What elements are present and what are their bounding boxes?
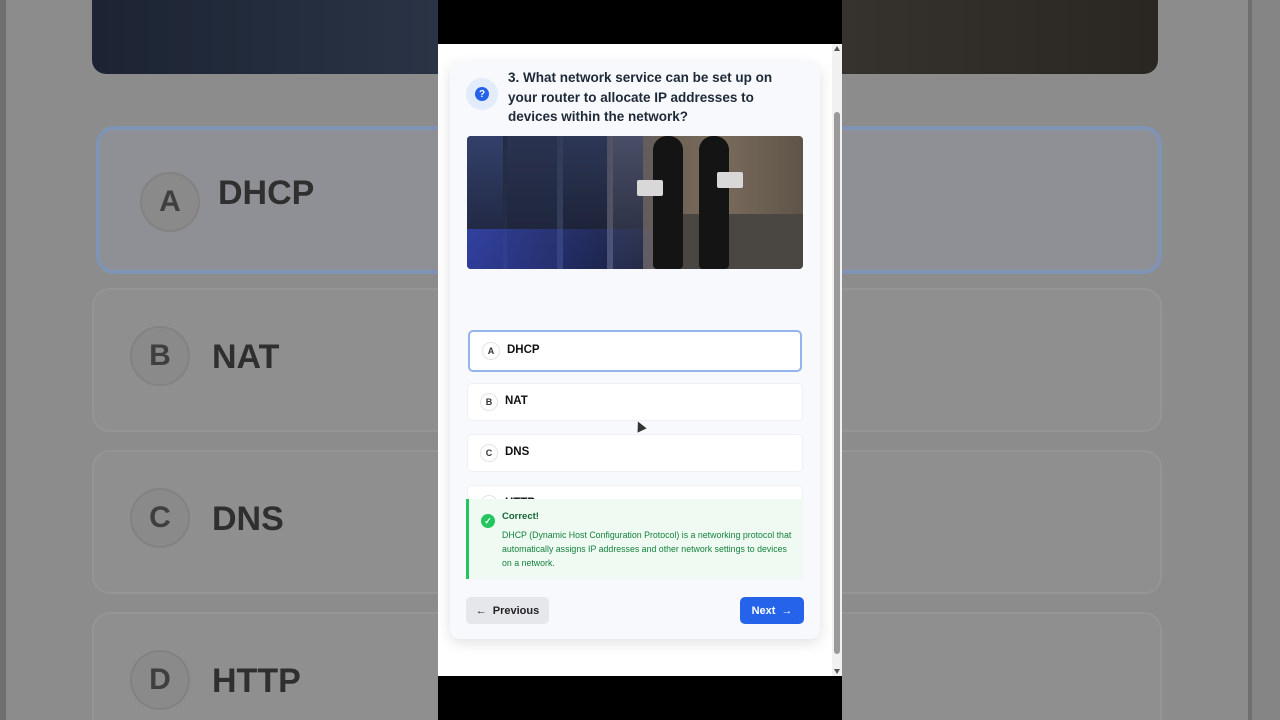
check-circle-icon: ✓ xyxy=(481,514,495,528)
scrollbar-thumb[interactable] xyxy=(834,112,840,654)
arrow-left-icon: ← xyxy=(475,604,487,617)
option-letter: C xyxy=(480,444,498,462)
option-label: NAT xyxy=(505,395,528,407)
previous-button[interactable]: ← Previous xyxy=(466,597,549,624)
next-label: Next xyxy=(751,604,776,617)
option-label: DHCP xyxy=(507,344,540,356)
question-icon: ? xyxy=(466,78,498,110)
scroll-up-icon[interactable] xyxy=(834,46,840,51)
scrollbar[interactable] xyxy=(832,44,842,676)
feedback-text: DHCP (Dynamic Host Configuration Protoco… xyxy=(502,530,792,568)
option-c[interactable]: C DNS xyxy=(467,434,803,472)
feedback-title: Correct! xyxy=(502,511,539,522)
scroll-down-icon[interactable] xyxy=(834,669,840,674)
question-text: 3. What network service can be set up on… xyxy=(508,70,773,124)
option-letter: A xyxy=(482,342,500,360)
mouse-cursor-icon xyxy=(633,419,647,433)
option-b[interactable]: B NAT xyxy=(467,383,803,421)
previous-label: Previous xyxy=(492,604,540,617)
quiz-card: ? 3. What network service can be set up … xyxy=(450,62,820,639)
arrow-right-icon: → xyxy=(781,604,793,617)
option-letter: B xyxy=(480,393,498,411)
question-image xyxy=(467,136,803,269)
next-button[interactable]: Next → xyxy=(740,597,804,624)
phone-frame: ? 3. What network service can be set up … xyxy=(438,0,842,720)
option-a[interactable]: A DHCP xyxy=(468,330,802,372)
quiz-screen: ? 3. What network service can be set up … xyxy=(438,44,842,676)
feedback-box: ✓ Correct! DHCP (Dynamic Host Configurat… xyxy=(466,499,803,579)
option-label: DNS xyxy=(505,446,530,458)
